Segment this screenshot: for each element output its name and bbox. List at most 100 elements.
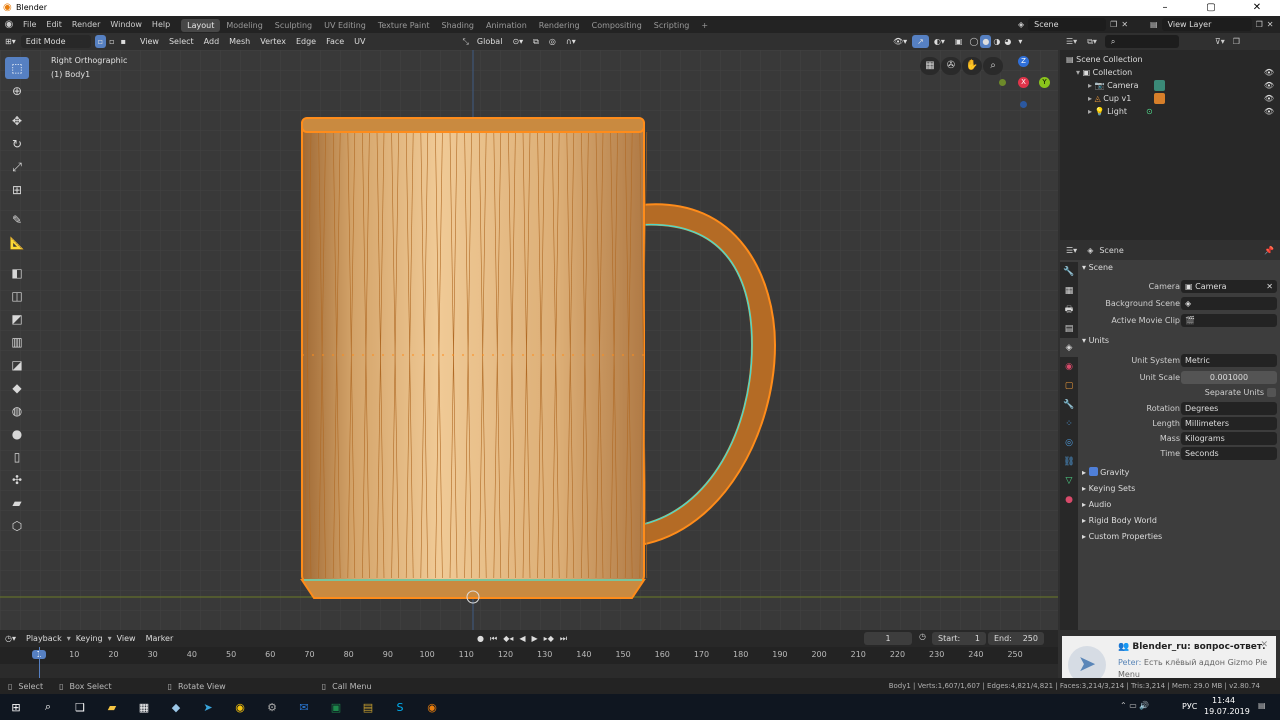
task-view-icon[interactable]: ❑ (64, 694, 96, 720)
rip-region-tool-icon[interactable]: ⬡ (5, 515, 29, 537)
output-tab-icon[interactable]: 🖶 (1060, 300, 1078, 319)
extrude-tool-icon[interactable]: ◧ (5, 262, 29, 284)
gizmo-neg-z[interactable] (1020, 101, 1027, 108)
orientation-dropdown[interactable]: Global (472, 35, 508, 48)
rotation-dropdown[interactable]: Degrees (1181, 402, 1277, 415)
tab-scripting[interactable]: Scripting (648, 19, 696, 32)
length-dropdown[interactable]: Millimeters (1181, 417, 1277, 430)
visibility-icon[interactable]: 👁▾ (888, 35, 912, 48)
pivot-icon[interactable]: ⊙▾ (507, 35, 528, 48)
menu-render[interactable]: Render (67, 16, 105, 33)
jump-end-icon[interactable]: ⏭ (557, 632, 570, 645)
vp-menu-uv[interactable]: UV (349, 35, 370, 48)
vp-menu-edge[interactable]: Edge (291, 35, 321, 48)
overlay-icon[interactable]: ◐▾ (929, 35, 950, 48)
tab-sculpting[interactable]: Sculpting (269, 19, 318, 32)
scene-panel-header[interactable]: ▾ Scene (1082, 261, 1113, 275)
file-explorer-icon[interactable]: ▰ (96, 694, 128, 720)
language-indicator[interactable]: РУС (1182, 702, 1197, 711)
move-tool-icon[interactable]: ✥ (5, 110, 29, 132)
3d-viewport[interactable]: Right Orthographic (1) Body1 ▦ ✇ ✋ ⌕ Z X… (0, 50, 1058, 630)
app-icon[interactable]: ◆ (160, 694, 192, 720)
skype-icon[interactable]: S (384, 694, 416, 720)
gizmo-y-axis[interactable]: Y (1039, 77, 1050, 88)
material-tab-icon[interactable]: ● (1060, 490, 1078, 509)
shear-tool-icon[interactable]: ▰ (5, 492, 29, 514)
calculator-icon[interactable]: ▦ (128, 694, 160, 720)
visibility-eye-icon[interactable]: 👁 (1264, 105, 1274, 118)
blender-taskbar-icon[interactable]: ◉ (416, 694, 448, 720)
knife-tool-icon[interactable]: ◪ (5, 354, 29, 376)
preview-range-icon[interactable]: ◷ (919, 632, 926, 641)
settings-icon[interactable]: ⚙ (256, 694, 288, 720)
mode-dropdown[interactable]: Edit Mode (20, 35, 91, 48)
new-viewlayer-icon[interactable]: ❐ (1256, 20, 1263, 29)
time-dropdown[interactable]: Seconds (1181, 447, 1277, 460)
tab-layout[interactable]: Layout (181, 19, 221, 32)
scene-field[interactable]: Scene (1028, 18, 1107, 31)
delete-scene-icon[interactable]: ✕ (1121, 20, 1128, 29)
menu-edit[interactable]: Edit (41, 16, 67, 33)
solid-shading-icon[interactable]: ● (980, 35, 992, 48)
menu-window[interactable]: Window (105, 16, 147, 33)
expand-icon[interactable]: ▾ (1076, 68, 1080, 77)
timeline-ruler[interactable]: 1102030405060708090100110120130140150160… (0, 647, 1058, 664)
cursor-tool-icon[interactable]: ⊕ (5, 80, 29, 102)
editor-type-icon[interactable]: ⊞▾ (0, 35, 21, 48)
start-frame-field[interactable]: Start: 1 (932, 632, 986, 645)
expand-icon[interactable]: ▸ (1088, 107, 1092, 116)
visibility-eye-icon[interactable]: 👁 (1264, 66, 1274, 79)
world-tab-icon[interactable]: ◉ (1060, 357, 1078, 376)
new-scene-icon[interactable]: ❐ (1110, 20, 1117, 29)
gizmo-x-axis[interactable]: X (1018, 77, 1029, 88)
proportional-icon[interactable]: ◎ (544, 35, 561, 48)
mass-dropdown[interactable]: Kilograms (1181, 432, 1277, 445)
gravity-checkbox[interactable] (1088, 467, 1098, 476)
poly-build-tool-icon[interactable]: ◆ (5, 377, 29, 399)
outliner-item[interactable]: ▸ ◬ Cup v1 👁 (1060, 92, 1280, 105)
annotate-tool-icon[interactable]: ✎ (5, 209, 29, 231)
outliner-item[interactable]: ▸ 📷 Camera 👁 (1060, 79, 1280, 92)
scale-tool-icon[interactable]: ⤢ (5, 156, 29, 178)
light-data-icon[interactable]: ⊙ (1146, 105, 1153, 118)
edge-select-icon[interactable]: ▫ (106, 35, 117, 48)
viewlayer-tab-icon[interactable]: ▤ (1060, 319, 1078, 338)
minimize-button[interactable]: – (1142, 0, 1188, 16)
xray-icon[interactable]: ▣ (950, 35, 968, 48)
tab-rendering[interactable]: Rendering (533, 19, 586, 32)
scene-tab-icon[interactable]: ◈ (1060, 338, 1078, 357)
tab-modeling[interactable]: Modeling (220, 19, 268, 32)
pin-icon[interactable]: 📌 (1264, 246, 1274, 255)
notifications-icon[interactable]: ▤ (1258, 701, 1266, 710)
rendered-shading-icon[interactable]: ◕ (1002, 35, 1013, 48)
falloff-icon[interactable]: ∩▾ (561, 35, 581, 48)
timeline-body[interactable] (0, 647, 1058, 678)
modifier-tab-icon[interactable]: 🔧 (1060, 395, 1078, 414)
outliner-editor-icon[interactable]: ☰▾ (1066, 37, 1077, 46)
gizmo-neg-y[interactable] (999, 79, 1006, 86)
loop-cut-tool-icon[interactable]: ▥ (5, 331, 29, 353)
movie-clip-field[interactable]: 🎬 (1181, 314, 1277, 327)
smooth-tool-icon[interactable]: ● (5, 423, 29, 445)
outlook-icon[interactable]: ✉ (288, 694, 320, 720)
jump-start-icon[interactable]: ⏮ (487, 632, 500, 645)
bevel-tool-icon[interactable]: ◩ (5, 308, 29, 330)
tl-menu-marker[interactable]: Marker (141, 632, 179, 645)
tab-texture-paint[interactable]: Texture Paint (372, 19, 436, 32)
gizmo-z-axis[interactable]: Z (1018, 56, 1029, 67)
inset-tool-icon[interactable]: ◫ (5, 285, 29, 307)
rotate-tool-icon[interactable]: ↻ (5, 133, 29, 155)
camera-view-icon[interactable]: ✇ (941, 57, 961, 75)
camera-field[interactable]: ▣ Camera ✕ (1181, 280, 1277, 293)
outliner-collection[interactable]: ▾ ▣ Collection 👁 (1060, 66, 1280, 79)
telegram-taskbar-icon[interactable]: ➤ (192, 694, 224, 720)
prev-keyframe-icon[interactable]: ◆◂ (500, 632, 516, 645)
playhead[interactable] (39, 647, 40, 678)
vp-menu-face[interactable]: Face (321, 35, 349, 48)
object-tab-icon[interactable]: ▢ (1060, 376, 1078, 395)
measure-tool-icon[interactable]: 📐 (5, 232, 29, 254)
delete-viewlayer-icon[interactable]: ✕ (1267, 20, 1274, 29)
tool-tab-icon[interactable]: 🔧 (1060, 262, 1078, 281)
scene-selector[interactable]: ◈ Scene ❐ ✕ (1018, 18, 1128, 31)
axis-gizmo[interactable]: Z X Y (996, 56, 1052, 112)
